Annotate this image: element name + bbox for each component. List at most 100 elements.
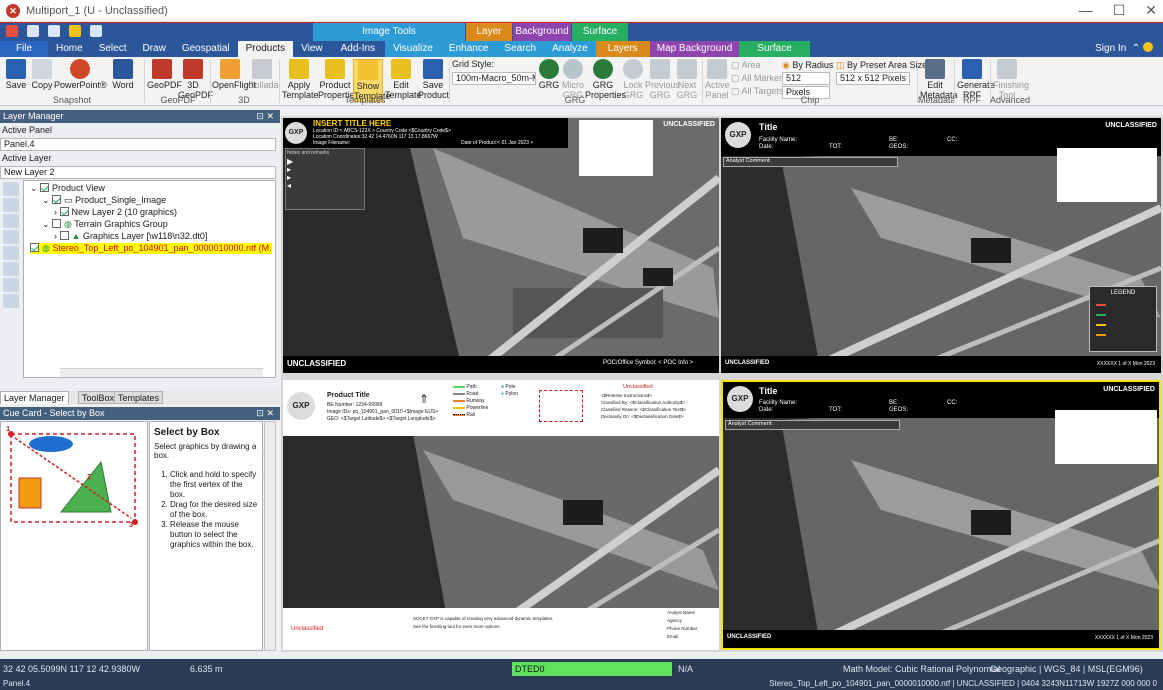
lock-grg-button[interactable]: Lock GRG [622, 59, 644, 100]
tab-surface[interactable]: Surface [739, 41, 810, 57]
layer-tool-icon-4[interactable] [3, 230, 19, 244]
word-button[interactable]: Word [108, 59, 138, 90]
title-bar: ✕ Multiport_1 (U - Unclassified) — ☐ ✕ [0, 0, 1163, 22]
undo-icon[interactable] [27, 25, 40, 37]
powerpoint-button[interactable]: PowerPoint® [54, 59, 107, 90]
tl-bottom-classification: UNCLASSIFIED [287, 359, 347, 368]
layer-tree: ⌄ Product View ⌄ ▭ Product_Single_Image … [23, 180, 276, 378]
checkbox[interactable] [52, 195, 62, 204]
layer-tool-icon-8[interactable] [3, 294, 19, 308]
viewport-top-right[interactable]: GXP Title Facility Name: Date: TOT: BE: … [721, 118, 1161, 373]
tab-home[interactable]: Home [48, 41, 91, 57]
pin-close-icon[interactable]: ⊡ ✕ [256, 110, 274, 123]
layer-tool-icon-6[interactable] [3, 262, 19, 276]
save-button[interactable]: Save [4, 59, 28, 90]
checkbox[interactable] [59, 231, 69, 240]
tab-search[interactable]: Search [496, 41, 545, 57]
layer-tool-icon-5[interactable] [3, 246, 19, 260]
tree-item-terrain-graphics-group[interactable]: ⌄ ◍ Terrain Graphics Group [42, 219, 168, 230]
tab-visualize[interactable]: Visualize [385, 41, 441, 57]
active-layer-select[interactable]: New Layer 2 [0, 166, 276, 179]
step-1-marker: 1 [6, 424, 11, 433]
active-panel-button[interactable]: Active Panel [705, 59, 730, 100]
sign-in-link[interactable]: Sign In ⌃ [1095, 41, 1153, 57]
tree-item-stereo-image[interactable]: ◍ Stereo_Top_Left_po_104901_pan_00000100… [30, 243, 272, 254]
active-panel-select[interactable]: Panel.4 [0, 138, 276, 151]
tree-item-graphics-layer[interactable]: › ▲ Graphics Layer [\w118\n32.dt0] [54, 231, 207, 242]
tab-analyze[interactable]: Analyze [544, 41, 596, 57]
geopdf-button[interactable]: GeoPDF [147, 59, 182, 90]
tab-layers[interactable]: Layers [595, 41, 650, 57]
maximize-button[interactable]: ☐ [1113, 2, 1126, 19]
all-markers-option[interactable]: ▢ All Markers [731, 73, 787, 84]
save-product-button[interactable]: Save Product [418, 59, 449, 100]
close-button[interactable]: ✕ [1145, 2, 1157, 19]
tab-toolbox[interactable]: ToolBox [78, 391, 119, 404]
grg-properties-button[interactable]: GRG Properties [585, 59, 626, 100]
edit-metadata-button[interactable]: Edit Metadata [920, 59, 958, 100]
checkbox[interactable] [59, 207, 69, 216]
geopdf-3d-button[interactable]: 3D GeoPDF [178, 59, 213, 100]
checkbox[interactable] [40, 183, 50, 192]
tab-geospatial[interactable]: Geospatial [174, 41, 238, 57]
status-bar-secondary: Panel.4 Stereo_Top_Left_po_104901_pan_00… [0, 679, 1163, 690]
tab-view[interactable]: View [293, 41, 331, 57]
checkbox[interactable] [30, 243, 39, 252]
tree-horizontal-scrollbar[interactable] [60, 368, 263, 377]
tab-enhance[interactable]: Enhance [440, 41, 497, 57]
preset-size-select[interactable]: 512 x 512 Pixels [836, 72, 910, 85]
layer-manager-tabs: Layer Manager ToolBox Templates [0, 391, 280, 404]
tab-templates[interactable]: Templates [114, 391, 164, 404]
tab-map-background[interactable]: Map Background [649, 41, 740, 57]
br-cc: CC: [947, 400, 958, 406]
grg-button[interactable]: GRG [538, 59, 560, 90]
image-icon: ◍ [42, 243, 50, 253]
help-icon[interactable] [1143, 42, 1153, 52]
viewport-bottom-left[interactable]: GXP Product Title BE Number: 1234-99999 … [283, 380, 719, 650]
layer-tool-icon-1[interactable] [3, 182, 19, 196]
tab-select[interactable]: Select [91, 41, 135, 57]
copy-button[interactable]: Copy [30, 59, 54, 90]
tab-file[interactable]: File [0, 41, 48, 57]
generate-rpf-button[interactable]: Generate RPF [957, 59, 995, 100]
radius-select[interactable]: 512 [782, 72, 830, 85]
by-preset-option[interactable]: ◫ By Preset Area Size [836, 60, 927, 71]
layer-tool-icon-2[interactable] [3, 198, 19, 212]
area-option[interactable]: ▢ Area [731, 60, 761, 71]
br-be: BE: [889, 400, 899, 406]
previous-grg-button[interactable]: Previous GRG [645, 59, 680, 100]
product-properties-button[interactable]: Product Properties [318, 59, 359, 100]
viewport-bottom-right[interactable]: GXP Title Facility Name: Date: TOT: BE: … [721, 380, 1161, 650]
cue-pin-close-icon[interactable]: ⊡ ✕ [256, 407, 274, 420]
micro-grg-button[interactable]: Micro GRG [562, 59, 584, 100]
ribbon: Save Copy PowerPoint® Word Snapshot GeoP… [0, 57, 1163, 106]
apply-template-button[interactable]: Apply Template [282, 59, 319, 100]
checkbox[interactable] [52, 219, 62, 228]
tab-draw[interactable]: Draw [134, 41, 173, 57]
app-menu-icon[interactable] [6, 25, 18, 37]
collada-button[interactable]: Collada [248, 59, 279, 90]
layer-tool-icon-7[interactable] [3, 278, 19, 292]
save-quick-icon[interactable] [69, 25, 82, 37]
bl-title: Product Title [327, 392, 370, 399]
redo-icon[interactable] [48, 25, 61, 37]
grid-style-select[interactable]: 100m-Macro_50m-Micro [452, 72, 536, 85]
next-grg-button[interactable]: Next GRG [676, 59, 698, 100]
openflight-button[interactable]: OpenFlight [212, 59, 256, 90]
edit-template-button[interactable]: Edit Template [385, 59, 422, 100]
tree-item-product-view[interactable]: ⌄ Product View [30, 183, 105, 194]
finishing-tool-button[interactable]: Finishing Tool [993, 59, 1029, 100]
viewport-top-left[interactable]: GXP INSERT TITLE HERE Location ID:< ABCS… [283, 118, 719, 373]
open-quick-icon[interactable] [90, 25, 103, 37]
tree-item-new-layer-2[interactable]: › New Layer 2 (10 graphics) [54, 207, 177, 218]
tree-item-product-single-image[interactable]: ⌄ ▭ Product_Single_Image [42, 195, 166, 206]
cue-step: Click and hold to specify the first vert… [170, 470, 258, 500]
layer-tool-icon-3[interactable] [3, 214, 19, 228]
tab-layer-manager[interactable]: Layer Manager [0, 391, 69, 404]
cue-card-scrollbar[interactable] [264, 421, 276, 651]
tab-add-ins[interactable]: Add-Ins [331, 41, 385, 57]
context-group-layer-tools: Layer Tools [466, 23, 512, 55]
tab-products[interactable]: Products [237, 41, 294, 57]
minimize-button[interactable]: — [1079, 2, 1093, 19]
by-radius-option[interactable]: ◉ By Radius [782, 60, 833, 71]
